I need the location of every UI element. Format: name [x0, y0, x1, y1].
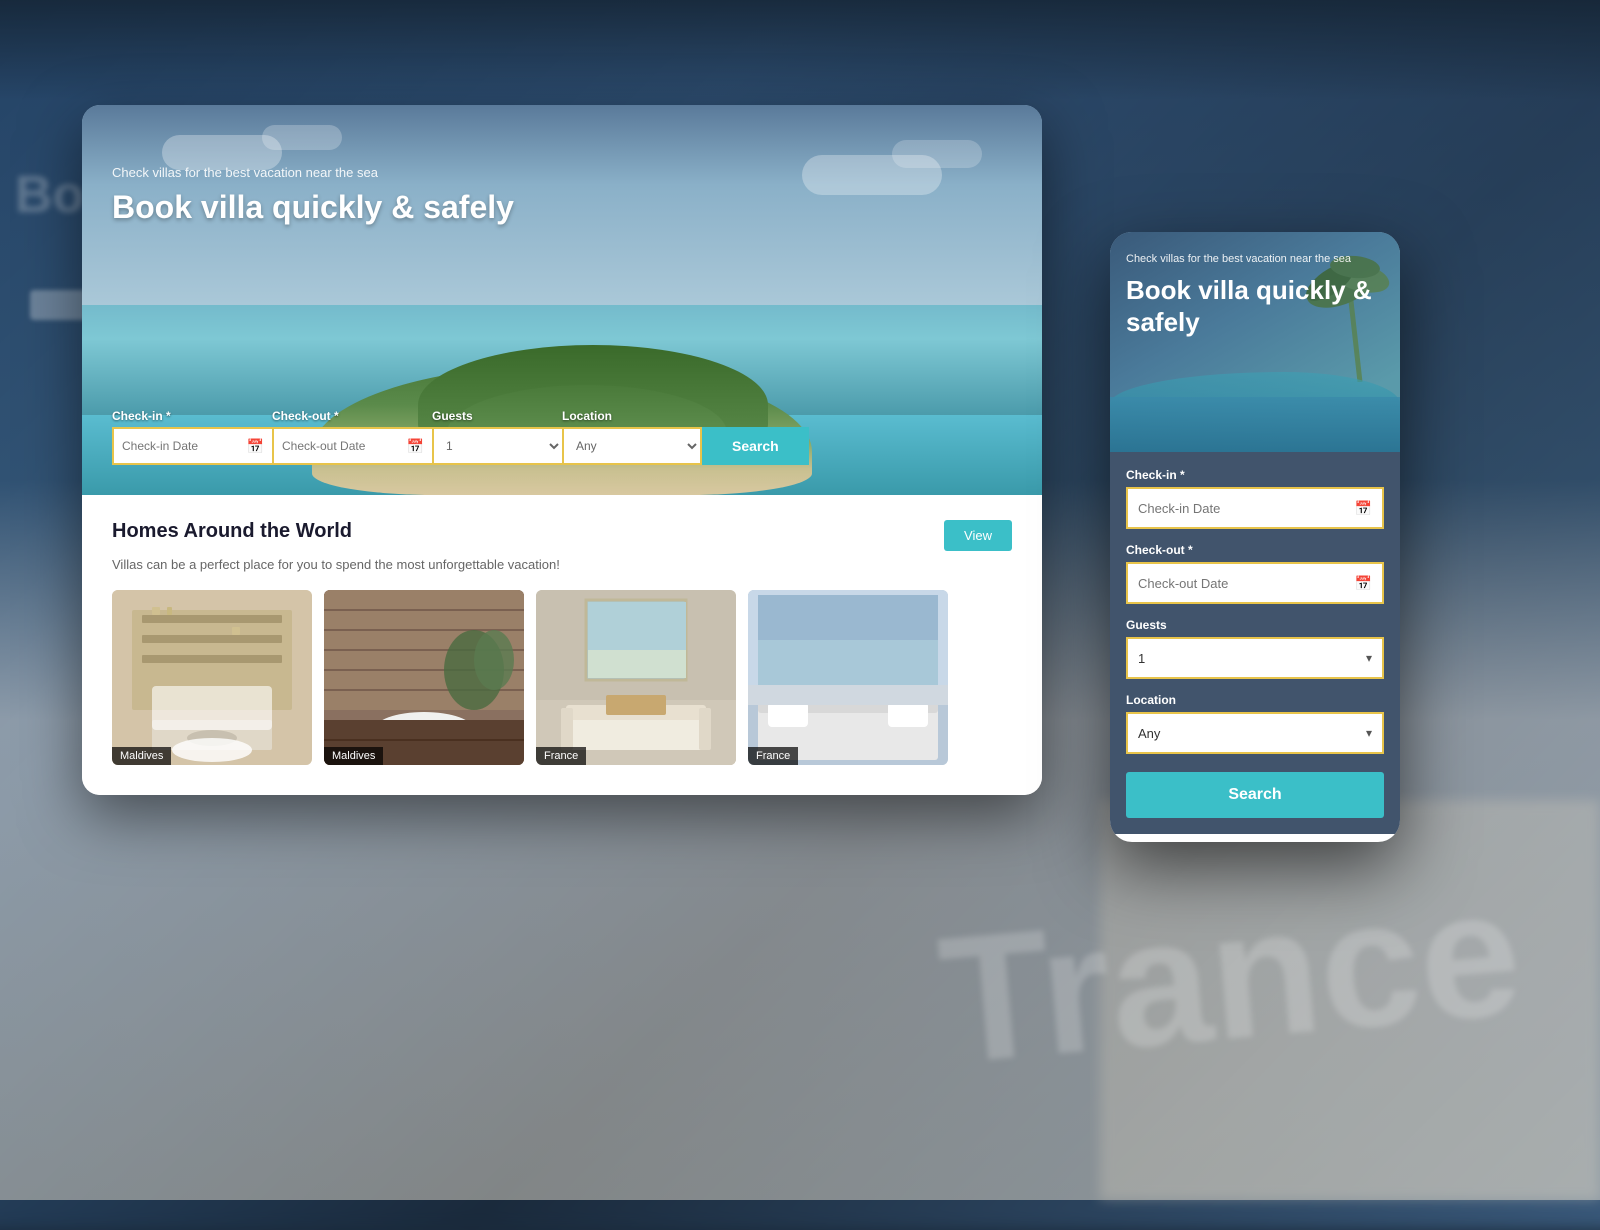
mobile-location-label: Location — [1126, 693, 1384, 707]
property-label-1: Maldives — [112, 747, 171, 765]
view-all-button[interactable]: View — [944, 520, 1012, 551]
checkout-label: Check-out * — [272, 409, 432, 423]
mobile-card: Check villas for the best vacation near … — [1110, 232, 1400, 842]
mobile-checkout-field: Check-out * 📅 — [1126, 543, 1384, 604]
guests-label: Guests — [432, 409, 562, 423]
guests-select[interactable]: 12345+ — [434, 429, 562, 463]
property-card-2[interactable]: Maldives — [324, 590, 524, 765]
mobile-guests-select[interactable]: 1234 — [1128, 639, 1366, 677]
desktop-search-bar: Check-in * 📅 Check-out * 📅 Guests 12345+ — [112, 409, 1012, 465]
desktop-content: Homes Around the World View Villas can b… — [82, 495, 1042, 795]
mobile-location-chevron-icon: ▾ — [1366, 726, 1382, 740]
desktop-hero: Check villas for the best vacation near … — [82, 105, 1042, 495]
desktop-hero-title: Book villa quickly & safely — [112, 188, 514, 226]
mobile-checkin-input[interactable] — [1128, 489, 1355, 527]
mobile-search-button[interactable]: Search — [1126, 772, 1384, 818]
property-grid: Maldives — [112, 590, 1012, 765]
checkin-input[interactable] — [114, 429, 247, 463]
checkout-field: Check-out * 📅 — [272, 409, 432, 465]
location-select[interactable]: AnyMaldivesFranceBali — [564, 429, 700, 463]
location-field: Location AnyMaldivesFranceBali — [562, 409, 702, 465]
mobile-guests-label: Guests — [1126, 618, 1384, 632]
checkout-input[interactable] — [274, 429, 407, 463]
mobile-chevron-down-icon: ▾ — [1366, 651, 1382, 665]
homes-subtitle: Villas can be a perfect place for you to… — [112, 557, 1012, 572]
property-card-3[interactable]: France — [536, 590, 736, 765]
property-card-4[interactable]: France — [748, 590, 948, 765]
mobile-hero-text: Check villas for the best vacation near … — [1126, 252, 1400, 338]
desktop-card: Check villas for the best vacation near … — [82, 105, 1042, 795]
mobile-hero-subtitle: Check villas for the best vacation near … — [1126, 252, 1400, 267]
mobile-calendar-icon-2: 📅 — [1355, 575, 1382, 592]
checkin-field: Check-in * 📅 — [112, 409, 272, 465]
property-label-2: Maldives — [324, 747, 383, 765]
checkin-label: Check-in * — [112, 409, 272, 423]
property-card-1[interactable]: Maldives — [112, 590, 312, 765]
mobile-checkin-label: Check-in * — [1126, 468, 1384, 482]
mobile-location-select[interactable]: AnyMaldivesFranceBali — [1128, 714, 1366, 752]
mobile-hero: Check villas for the best vacation near … — [1110, 232, 1400, 452]
bg-left-ui: Bo — [15, 165, 84, 225]
calendar-icon-2: 📅 — [407, 438, 432, 455]
mobile-checkout-label: Check-out * — [1126, 543, 1384, 557]
guests-field: Guests 12345+ — [432, 409, 562, 465]
location-label: Location — [562, 409, 702, 423]
mobile-calendar-icon: 📅 — [1355, 500, 1382, 517]
mobile-checkin-field: Check-in * 📅 — [1126, 468, 1384, 529]
mobile-hero-title: Book villa quickly & safely — [1126, 275, 1400, 337]
property-label-3: France — [536, 747, 586, 765]
calendar-icon: 📅 — [247, 438, 272, 455]
mobile-form: Check-in * 📅 Check-out * 📅 Guests 1234 ▾ — [1110, 452, 1400, 834]
mobile-location-field: Location AnyMaldivesFranceBali ▾ — [1126, 693, 1384, 754]
mobile-guests-field: Guests 1234 ▾ — [1126, 618, 1384, 679]
desktop-search-button[interactable]: Search — [702, 427, 809, 465]
bg-search-box — [30, 290, 90, 320]
property-label-4: France — [748, 747, 798, 765]
homes-title: Homes Around the World — [112, 520, 352, 543]
desktop-hero-text: Check villas for the best vacation near … — [112, 165, 514, 226]
desktop-hero-subtitle: Check villas for the best vacation near … — [112, 165, 514, 180]
mobile-checkout-input[interactable] — [1128, 564, 1355, 602]
